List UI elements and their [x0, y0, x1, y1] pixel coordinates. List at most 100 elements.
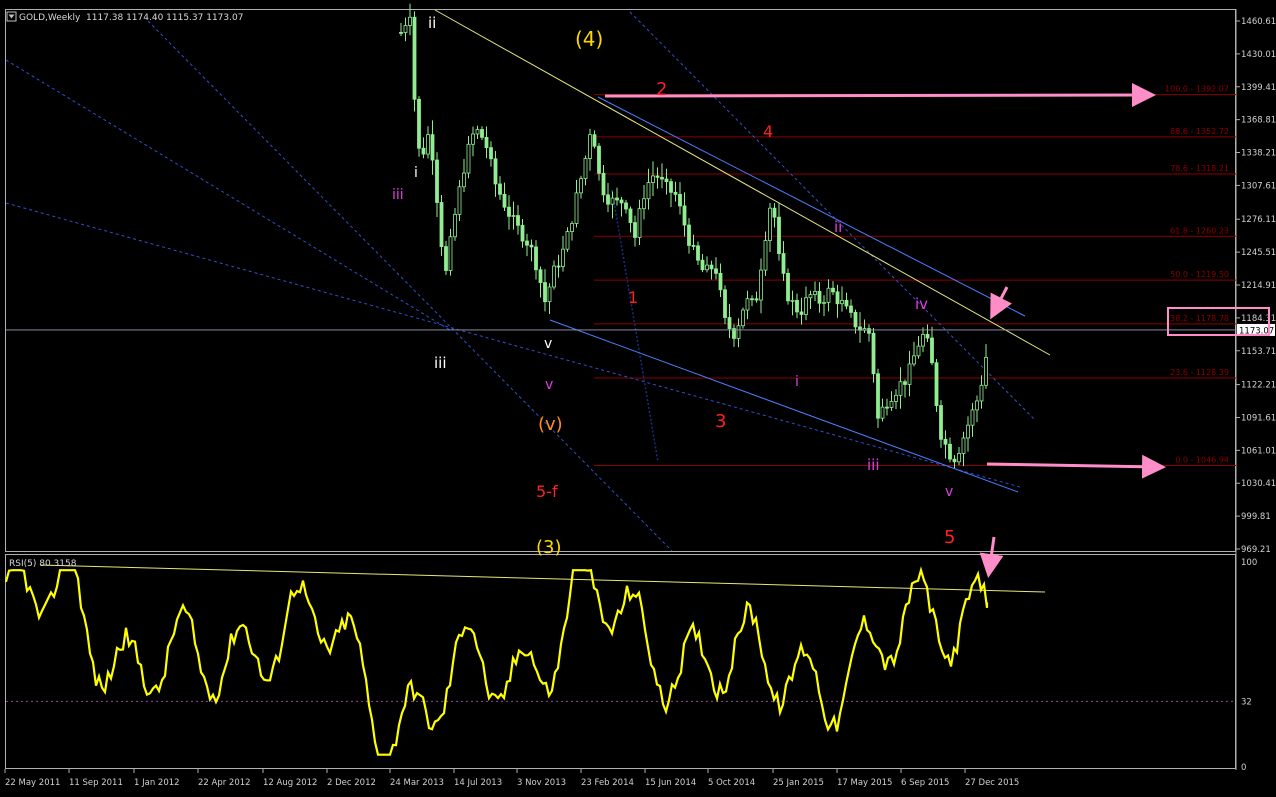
- candle: [745, 290, 750, 320]
- candle-body: [538, 269, 543, 283]
- candle-body: [867, 328, 871, 334]
- candle: [480, 126, 484, 141]
- candle-body: [403, 25, 408, 33]
- candle: [565, 227, 570, 252]
- candle-body: [534, 246, 538, 271]
- price-tick-label: 1307.61: [1241, 181, 1276, 191]
- candle-body: [682, 205, 687, 226]
- candle: [691, 234, 696, 250]
- candle: [660, 163, 664, 189]
- candle: [615, 187, 619, 206]
- rsi-level-label: 100: [1241, 558, 1257, 568]
- candle: [885, 398, 889, 416]
- candle: [588, 128, 592, 171]
- candle-body: [952, 458, 957, 463]
- candle-body: [795, 299, 799, 313]
- candle-body: [772, 207, 777, 218]
- candle: [516, 205, 520, 235]
- price-tick-label: 1214.91: [1241, 281, 1276, 291]
- candle: [561, 235, 565, 272]
- candle: [678, 182, 682, 215]
- wave-label: 5: [944, 527, 955, 548]
- candle-body: [718, 272, 723, 291]
- rsi-level-label: 0: [1241, 763, 1246, 773]
- candle-body: [871, 332, 876, 375]
- time-tick-label: 5 Oct 2014: [708, 778, 755, 788]
- candle-body: [633, 222, 637, 238]
- candle-body: [705, 264, 709, 271]
- candle: [862, 319, 867, 334]
- price-tick-label: 1460.61: [1241, 17, 1276, 27]
- time-tick-label: 3 Nov 2013: [517, 778, 566, 788]
- fib-level-label: 100.0 - 1392.07: [1165, 85, 1229, 94]
- candle: [934, 359, 939, 412]
- candle: [624, 199, 628, 214]
- candle: [804, 286, 808, 321]
- candle-body: [930, 337, 934, 364]
- candle-body: [561, 248, 565, 267]
- candle-body: [835, 291, 840, 305]
- candle-body: [799, 311, 804, 315]
- wave-label: (4): [575, 27, 603, 51]
- candle: [556, 254, 561, 278]
- candle: [412, 11, 417, 112]
- time-tick-label: 11 Sep 2011: [69, 778, 123, 788]
- candle-body: [444, 246, 448, 271]
- candle: [606, 182, 610, 213]
- candle: [511, 201, 516, 230]
- candle: [948, 437, 952, 463]
- candle-body: [912, 355, 916, 365]
- fib-level-label: 50.0 - 1219.50: [1170, 270, 1229, 279]
- candle-body: [547, 286, 552, 303]
- price-tick-label: 1184.31: [1241, 314, 1276, 324]
- candle: [984, 344, 988, 389]
- wave-label: iii: [392, 187, 404, 203]
- candle: [777, 202, 781, 261]
- price-tick-label: 969.21: [1241, 545, 1271, 555]
- candle-body: [646, 182, 651, 200]
- candle: [889, 391, 894, 411]
- candle: [439, 194, 444, 256]
- price-axis: 1460.61 1430.01 1399.41 1368.81 1338.21 1307.…: [6, 17, 1276, 555]
- candle-body: [417, 98, 421, 149]
- candle: [808, 290, 813, 310]
- candle-body: [853, 311, 858, 328]
- chart-canvas[interactable]: 100.0 - 1392.07 88.6 - 1352.72 78.6 - 1318…: [0, 0, 1276, 793]
- candle: [970, 403, 975, 437]
- fib-level-label: 23.6 - 1128.39: [1170, 368, 1229, 377]
- time-axis: 22 May 2011 11 Sep 2011 1 Jan 2012 22 Apr 2…: [4, 769, 1019, 788]
- candle: [543, 269, 547, 312]
- candle: [718, 263, 723, 298]
- dashed-trendline-d: [5, 59, 451, 331]
- price-tick-label: 1153.71: [1241, 347, 1276, 357]
- candle-body: [471, 133, 475, 145]
- price-tick-label: 999.81: [1241, 512, 1271, 522]
- candle: [687, 218, 691, 254]
- time-tick-label: 2 Dec 2012: [327, 778, 376, 788]
- candle: [448, 228, 453, 276]
- candle-body: [597, 145, 601, 174]
- candle: [867, 324, 871, 342]
- wave-label: v: [945, 484, 953, 500]
- fib-level-label: 78.6 - 1318.21: [1170, 164, 1229, 173]
- rsi-panel: 100 32 0: [4, 558, 1257, 773]
- candle: [462, 158, 466, 193]
- candle: [525, 233, 529, 257]
- candle-body: [750, 298, 754, 301]
- candle-body: [889, 401, 894, 408]
- candle: [637, 199, 642, 246]
- candle: [421, 137, 426, 159]
- rsi-panel-frame: [5, 554, 1236, 769]
- candle: [646, 168, 651, 210]
- candle-body: [790, 299, 795, 302]
- candle: [696, 241, 700, 265]
- candle-body: [651, 175, 655, 183]
- candle: [817, 282, 822, 313]
- candle-body: [903, 381, 907, 385]
- candle: [669, 178, 673, 208]
- candle-body: [399, 32, 403, 34]
- candle-body: [516, 215, 520, 226]
- candle: [583, 155, 588, 186]
- time-tick-label: 14 Jul 2013: [454, 778, 502, 788]
- rsi-label: RSI(5) 80.3158: [9, 559, 77, 569]
